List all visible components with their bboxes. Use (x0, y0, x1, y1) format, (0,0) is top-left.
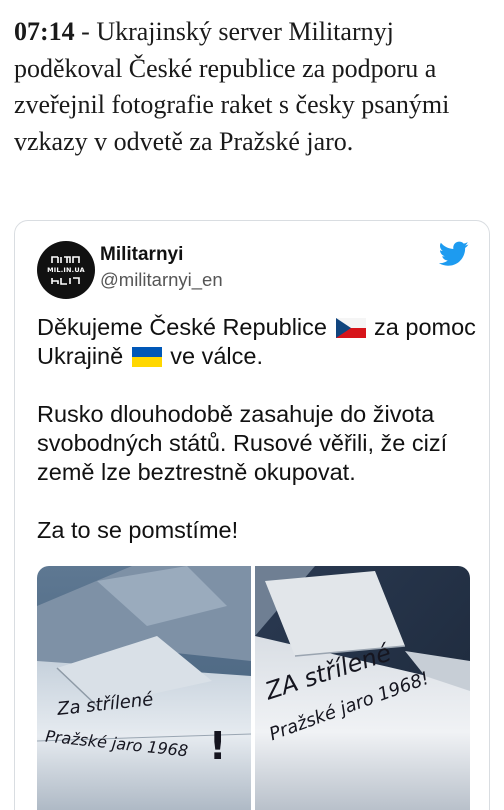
avatar-label: MIL.IN.UA (47, 266, 85, 274)
article-paragraph: 07:14 - Ukrajinský server Militarnyj pod… (14, 14, 490, 160)
article-body: - Ukrajinský server Militarnyj poděkoval… (14, 17, 450, 156)
ukraine-flag-icon (131, 347, 162, 367)
tweet-photo-right[interactable]: ZA střílené Pražské jaro 1968! (255, 566, 470, 810)
tweet-text: Děkujeme České Republice za pomoc Ukraji… (37, 313, 477, 574)
tweet-display-name[interactable]: Militarnyi (100, 244, 183, 266)
tweet-paragraph-2: Rusko dlouhodobě zasahuje do života svob… (37, 401, 448, 485)
avatar[interactable]: MIL.IN.UA (37, 241, 95, 299)
czech-flag-icon (335, 318, 366, 338)
tweet-handle[interactable]: @militarnyi_en (100, 269, 223, 291)
tweet-paragraph-3: Za to se pomstíme! (37, 517, 239, 543)
tweet-paragraph-1: Děkujeme České Republice za pomoc Ukraji… (37, 314, 476, 369)
tweet-photo-left[interactable]: Za střílené Pražské jaro 1968 ! (37, 566, 251, 810)
embedded-tweet-card[interactable]: MIL.IN.UA Militarnyi @militarnyi_en Děku… (14, 220, 490, 810)
article-time: 07:14 (14, 17, 75, 46)
twitter-bird-icon[interactable] (439, 241, 469, 267)
missile-photo-left (37, 566, 251, 810)
graffiti-left-mark: ! (209, 724, 227, 768)
